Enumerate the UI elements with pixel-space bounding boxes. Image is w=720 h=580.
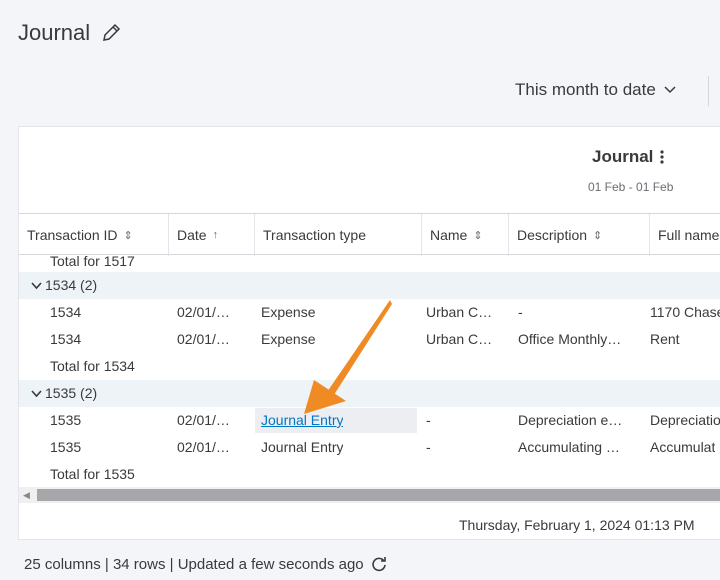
report-card: Journal 01 Feb - 01 Feb Transaction ID ⇕ … xyxy=(18,126,720,540)
status-text: 25 columns | 34 rows | Updated a few sec… xyxy=(24,555,364,573)
report-rows: Total for 1517 1534 (2) 1534 02/01/… Exp… xyxy=(19,255,720,487)
sort-icon: ⇕ xyxy=(123,229,133,242)
table-row: 1534 02/01/… Expense Urban C… Office Mon… xyxy=(50,331,680,347)
group-row-1534[interactable]: 1534 (2) xyxy=(19,272,720,299)
sort-icon: ⇕ xyxy=(593,229,603,242)
report-header: Journal 01 Feb - 01 Feb xyxy=(19,127,720,213)
table-row: 1534 02/01/… Expense Urban C… - 1170 Cha… xyxy=(50,304,720,320)
total-row: Total for 1534 xyxy=(50,358,135,374)
more-options-icon[interactable] xyxy=(659,149,665,165)
page-title-text: Journal xyxy=(18,20,91,45)
sort-icon: ⇕ xyxy=(473,229,483,242)
column-header-name[interactable]: Name ⇕ xyxy=(422,214,509,256)
column-header-description[interactable]: Description ⇕ xyxy=(509,214,650,256)
column-header-row: Transaction ID ⇕ Date ↑ Transaction type N… xyxy=(19,213,720,256)
pencil-icon[interactable] xyxy=(100,22,122,44)
column-header-transaction-type[interactable]: Transaction type xyxy=(255,214,422,256)
chevron-down-icon xyxy=(31,281,42,289)
horizontal-scrollbar[interactable]: ◀ xyxy=(19,487,720,503)
page-title: Journal xyxy=(18,20,122,46)
report-title-text: Journal xyxy=(592,147,654,166)
scrollbar-thumb[interactable] xyxy=(37,489,720,501)
status-bar: 25 columns | 34 rows | Updated a few sec… xyxy=(24,555,388,573)
date-range-dropdown[interactable]: This month to date xyxy=(515,80,676,100)
sort-ascending-icon: ↑ xyxy=(212,229,219,241)
report-timestamp: Thursday, February 1, 2024 01:13 PM xyxy=(459,517,695,533)
column-header-date[interactable]: Date ↑ xyxy=(169,214,255,256)
table-row: 1535 02/01/… Journal Entry - Depreciatio… xyxy=(19,407,720,434)
total-row: Total for 1535 xyxy=(50,466,135,482)
scroll-left-icon[interactable]: ◀ xyxy=(23,490,30,501)
journal-entry-link[interactable]: Journal Entry xyxy=(261,407,343,434)
chevron-down-icon xyxy=(31,389,42,397)
report-date-range: 01 Feb - 01 Feb xyxy=(588,180,674,194)
column-header-full-name[interactable]: Full name xyxy=(650,214,720,256)
table-row: 1535 02/01/… Journal Entry - Accumulatin… xyxy=(50,439,716,455)
column-header-transaction-id[interactable]: Transaction ID ⇕ xyxy=(19,214,169,256)
date-range-label: This month to date xyxy=(515,80,656,99)
toolbar-divider xyxy=(708,76,709,106)
report-title: Journal xyxy=(592,147,665,167)
refresh-icon[interactable] xyxy=(370,555,388,573)
group-row-1535[interactable]: 1535 (2) xyxy=(19,380,720,407)
chevron-down-icon xyxy=(664,86,676,94)
